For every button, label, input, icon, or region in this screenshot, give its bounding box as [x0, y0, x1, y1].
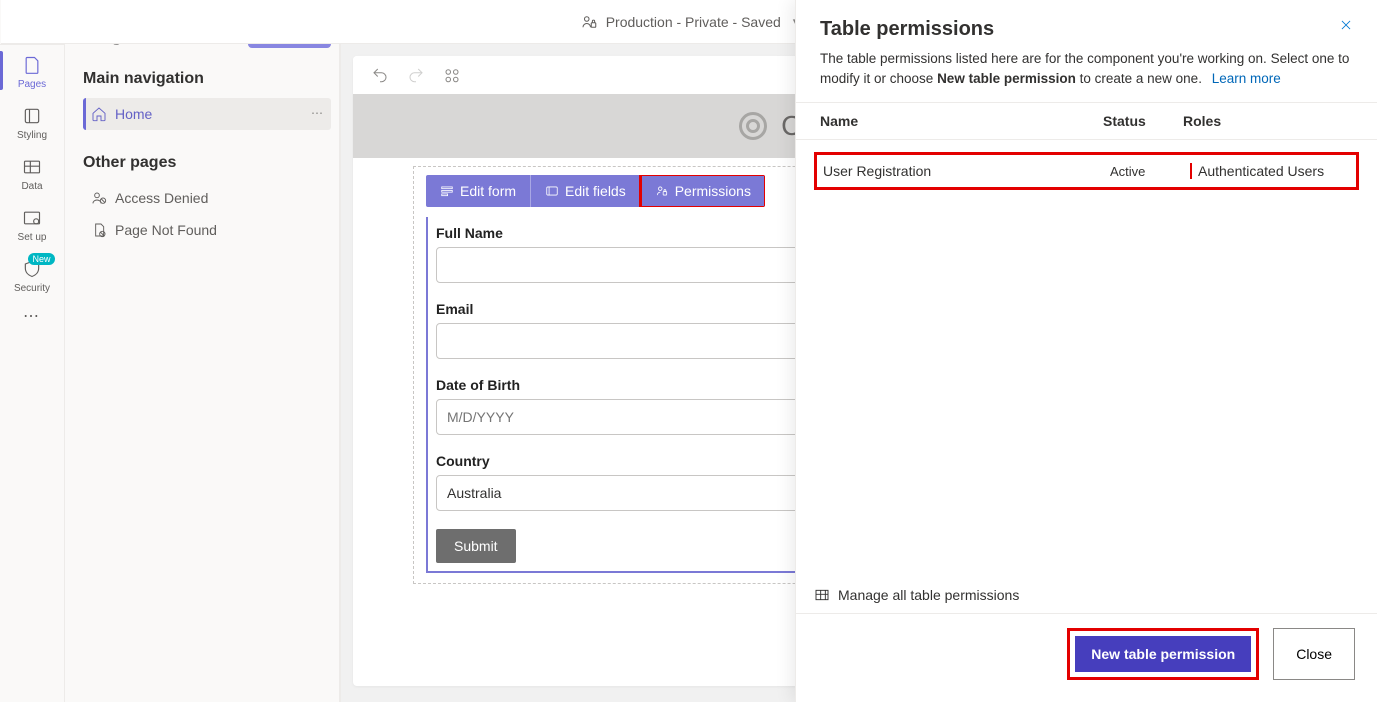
redo-icon[interactable] — [407, 66, 425, 84]
rail-item-security[interactable]: New Security — [0, 249, 65, 300]
company-logo-icon — [739, 112, 767, 140]
link-icon[interactable] — [443, 66, 461, 84]
nav-item-label: Home — [115, 106, 152, 122]
panel-title: Table permissions — [820, 18, 994, 41]
rail-label: Set up — [18, 232, 47, 243]
grid-icon — [814, 587, 830, 603]
desc-post: to create a new one. — [1076, 71, 1202, 86]
table-permissions-panel: Table permissions The table permissions … — [795, 0, 1377, 702]
workspace-label: Production - Private - Saved — [606, 14, 781, 30]
edit-fields-label: Edit fields — [565, 183, 626, 199]
undo-icon[interactable] — [371, 66, 389, 84]
edit-form-label: Edit form — [460, 183, 516, 199]
learn-more-link[interactable]: Learn more — [1212, 71, 1281, 86]
rail-item-setup[interactable]: Set up — [0, 198, 65, 249]
desc-bold: New table permission — [937, 71, 1076, 86]
pages-panel: Pages ＋ Page Main navigation Home ⋯ Othe… — [65, 0, 340, 702]
permissions-label: Permissions — [675, 183, 751, 199]
rail-item-styling[interactable]: Styling — [0, 96, 65, 147]
row-roles: Authenticated Users — [1190, 163, 1350, 179]
people-lock-icon — [580, 13, 598, 31]
manage-all-permissions-link[interactable]: Manage all table permissions — [796, 587, 1377, 613]
form-toolbar: Edit form Edit fields Permissions — [426, 175, 765, 207]
col-status: Status — [1103, 113, 1183, 129]
rail-label: Styling — [17, 130, 47, 141]
panel-actions: New table permission Close — [796, 613, 1377, 702]
left-rail: Pages Styling Data Set up New Security ⋯ — [0, 0, 65, 702]
rail-label: Data — [21, 181, 42, 192]
permissions-table-header: Name Status Roles — [796, 102, 1377, 140]
rail-more-icon[interactable]: ⋯ — [23, 306, 41, 326]
edit-fields-button[interactable]: Edit fields — [531, 175, 641, 207]
permissions-button[interactable]: Permissions — [641, 175, 765, 207]
rail-item-data[interactable]: Data — [0, 147, 65, 198]
country-value: Australia — [447, 485, 501, 501]
new-badge: New — [28, 253, 54, 265]
workspace-switcher[interactable]: Production - Private - Saved ▾ — [580, 13, 799, 31]
panel-description: The table permissions listed here are fo… — [796, 49, 1377, 102]
row-name: User Registration — [823, 163, 1110, 179]
close-button[interactable]: Close — [1273, 628, 1355, 680]
submit-button[interactable]: Submit — [436, 529, 516, 563]
nav-item-page-not-found[interactable]: Page Not Found — [83, 214, 331, 246]
new-permission-highlight: New table permission — [1067, 628, 1259, 680]
manage-all-label: Manage all table permissions — [838, 587, 1019, 603]
edit-form-button[interactable]: Edit form — [426, 175, 531, 207]
nav-item-label: Page Not Found — [115, 222, 217, 238]
main-nav-label: Main navigation — [83, 70, 331, 88]
new-table-permission-button[interactable]: New table permission — [1075, 636, 1251, 672]
nav-item-access-denied[interactable]: Access Denied — [83, 182, 331, 214]
nav-item-home[interactable]: Home ⋯ — [83, 98, 331, 130]
other-pages-label: Other pages — [83, 154, 331, 172]
rail-label: Pages — [18, 79, 46, 90]
col-name: Name — [820, 113, 1103, 129]
permission-row[interactable]: User Registration Active Authenticated U… — [814, 152, 1359, 190]
col-roles: Roles — [1183, 113, 1353, 129]
rail-item-pages[interactable]: Pages — [0, 45, 65, 96]
more-icon[interactable]: ⋯ — [311, 106, 325, 120]
nav-item-label: Access Denied — [115, 190, 208, 206]
close-icon[interactable] — [1339, 18, 1353, 35]
row-status: Active — [1110, 164, 1190, 179]
rail-label: Security — [14, 283, 50, 294]
